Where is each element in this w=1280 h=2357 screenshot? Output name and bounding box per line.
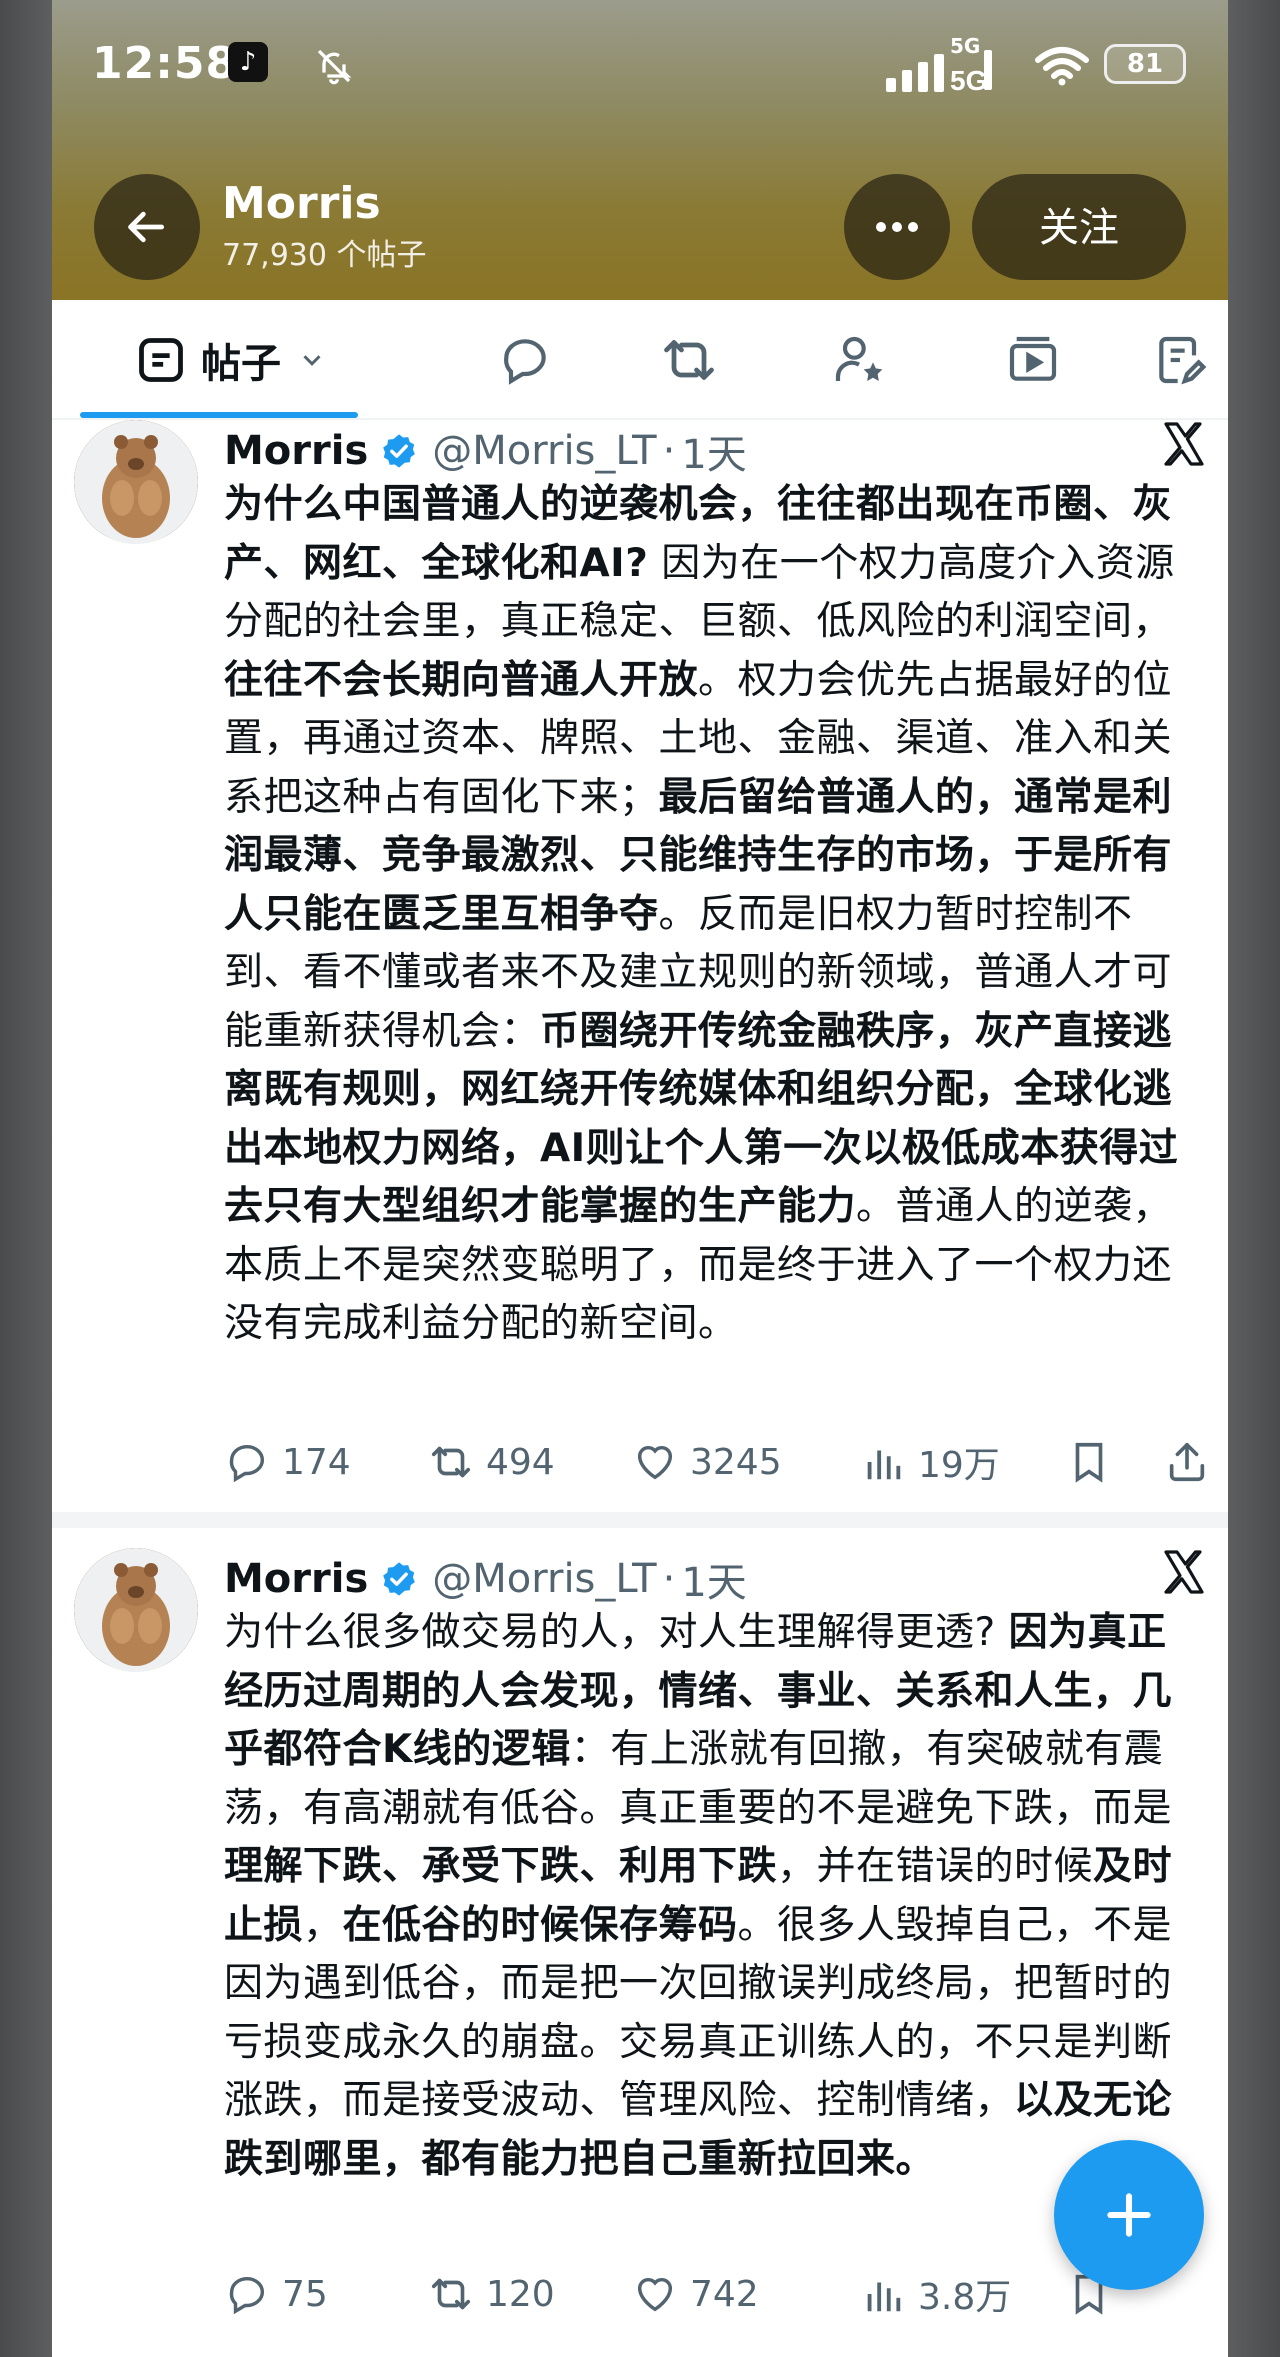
device-bezel-right bbox=[1228, 0, 1280, 2357]
chevron-down-icon[interactable] bbox=[297, 345, 327, 375]
profile-tab-bar: 帖子 bbox=[52, 300, 1228, 420]
tweet-text: 为什么中国普通人的逆袭机会，往往都出现在币圈、灰产、网红、全球化和AI? 因为在… bbox=[224, 482, 1179, 1346]
reply-icon bbox=[229, 1445, 265, 1483]
author-separator: · bbox=[662, 428, 676, 474]
like-button[interactable]: 3245 bbox=[632, 1432, 782, 1492]
retweet-count: 120 bbox=[486, 2273, 555, 2315]
author-name[interactable]: Morris bbox=[224, 1556, 368, 1602]
views-icon bbox=[867, 2282, 901, 2312]
tweet-actions: 174 494 3245 19万 bbox=[224, 1432, 1214, 1492]
bookmark-icon bbox=[1075, 1442, 1103, 1483]
retweet-icon bbox=[664, 340, 714, 380]
retweet-button[interactable]: 120 bbox=[428, 2264, 555, 2324]
plus-icon bbox=[1107, 2193, 1151, 2237]
tab-affiliates[interactable] bbox=[804, 328, 914, 392]
share-icon bbox=[1169, 1442, 1205, 1482]
profile-name: Morris bbox=[222, 178, 381, 229]
retweet-button[interactable]: 494 bbox=[428, 1432, 555, 1492]
network-label: 5G bbox=[950, 34, 981, 58]
tweet-divider bbox=[52, 1512, 1228, 1528]
views-count: 3.8万 bbox=[918, 2277, 1012, 2318]
tab-posts[interactable]: 帖子 bbox=[116, 328, 346, 392]
views-button[interactable]: 19万 bbox=[860, 1432, 1000, 1492]
profile-banner: 12:58 ♪ 5G 5G 81 Morris 77,930 个帖子 关注 bbox=[52, 0, 1228, 300]
tweet-text: 为什么很多做交易的人，对人生理解得更透? 因为真正经历过周期的人会发现，情绪、事… bbox=[224, 1610, 1173, 2182]
reply-icon bbox=[504, 339, 546, 385]
avatar[interactable] bbox=[74, 420, 198, 544]
video-icon bbox=[1009, 336, 1057, 381]
tab-posts-label: 帖子 bbox=[201, 341, 281, 387]
battery-indicator: 81 bbox=[1104, 44, 1186, 84]
heart-icon bbox=[637, 2277, 673, 2312]
article-edit-icon bbox=[1159, 336, 1207, 385]
x-logo-icon bbox=[1164, 1550, 1204, 1594]
retweet-icon bbox=[431, 2278, 471, 2310]
retweet-icon bbox=[431, 1446, 471, 1478]
share-button[interactable] bbox=[1164, 1432, 1222, 1492]
reply-button[interactable]: 174 bbox=[224, 1432, 351, 1492]
reply-button[interactable]: 75 bbox=[224, 2264, 328, 2324]
tiktok-icon: ♪ bbox=[228, 42, 268, 82]
wifi-icon bbox=[1035, 47, 1089, 86]
tab-media[interactable] bbox=[978, 328, 1088, 392]
verified-badge-icon bbox=[383, 434, 416, 468]
tweet-card[interactable]: Morris @Morris_LT · 1天 为什么中国普通人的逆袭机会，往往都… bbox=[52, 420, 1228, 1510]
profile-post-count: 77,930 个帖子 bbox=[222, 238, 427, 273]
retweet-count: 494 bbox=[486, 1441, 555, 1483]
svg-text:5G: 5G bbox=[950, 65, 987, 94]
like-count: 742 bbox=[690, 2273, 759, 2315]
like-count: 3245 bbox=[690, 1441, 782, 1483]
avatar[interactable] bbox=[74, 1548, 198, 1672]
author-name[interactable]: Morris bbox=[224, 428, 368, 474]
bear-avatar-image bbox=[74, 1548, 198, 1672]
heart-icon bbox=[637, 1445, 673, 1480]
follow-button[interactable]: 关注 bbox=[972, 174, 1186, 280]
tweet-time[interactable]: 1天 bbox=[681, 422, 746, 480]
views-button[interactable]: 3.8万 bbox=[860, 2264, 1011, 2324]
x-logo-icon bbox=[1164, 422, 1204, 466]
views-icon bbox=[867, 1450, 901, 1480]
author-handle[interactable]: @Morris_LT bbox=[432, 1556, 656, 1602]
device-bezel-left bbox=[0, 0, 52, 2357]
tab-replies[interactable] bbox=[470, 328, 580, 392]
tweet-actions: 75 120 742 3.8万 bbox=[224, 2264, 1214, 2324]
tweet-time[interactable]: 1天 bbox=[681, 1550, 746, 1608]
views-count: 19万 bbox=[918, 1445, 1000, 1486]
more-horizontal-icon bbox=[876, 222, 918, 232]
bookmark-button[interactable] bbox=[1066, 1432, 1124, 1492]
app-screen: 12:58 ♪ 5G 5G 81 Morris 77,930 个帖子 关注 帖子… bbox=[52, 0, 1228, 2357]
tweet-author: Morris @Morris_LT · 1天 bbox=[224, 420, 747, 482]
status-time: 12:58 bbox=[92, 38, 238, 89]
tweet-card[interactable]: Morris @Morris_LT · 1天 为什么很多做交易的人，对人生理解得… bbox=[52, 1548, 1228, 2338]
tab-articles[interactable] bbox=[1140, 328, 1220, 392]
reply-count: 174 bbox=[282, 1441, 351, 1483]
like-button[interactable]: 742 bbox=[632, 2264, 759, 2324]
author-separator: · bbox=[662, 1556, 676, 1602]
reply-icon bbox=[229, 2277, 265, 2315]
tweet-author: Morris @Morris_LT · 1天 bbox=[224, 1548, 747, 1610]
verified-badge-icon bbox=[383, 1562, 416, 1596]
status-bar: 12:58 ♪ 5G 5G 81 bbox=[52, 0, 1228, 130]
tab-reposts[interactable] bbox=[634, 328, 744, 392]
arrow-left-icon bbox=[128, 211, 165, 243]
reply-count: 75 bbox=[282, 2273, 328, 2315]
posts-icon bbox=[139, 338, 183, 382]
bottom-bar bbox=[52, 2318, 1228, 2357]
mute-bell-icon bbox=[317, 49, 352, 85]
back-button[interactable] bbox=[94, 174, 200, 280]
bear-avatar-image bbox=[74, 420, 198, 544]
compose-button[interactable] bbox=[1054, 2140, 1204, 2290]
person-star-icon bbox=[835, 336, 883, 381]
author-handle[interactable]: @Morris_LT bbox=[432, 428, 656, 474]
more-button[interactable] bbox=[844, 174, 950, 280]
